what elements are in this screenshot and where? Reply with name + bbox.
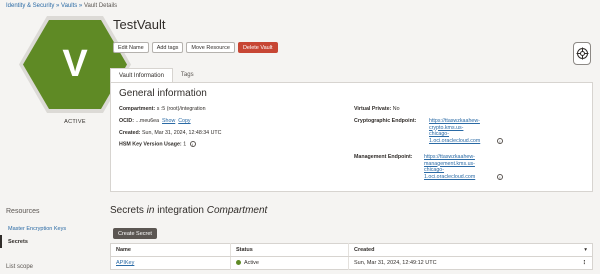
status-dot-icon [236,260,241,266]
ocid-label: OCID: [119,118,135,124]
created-label: Created: [119,130,141,136]
sidebar-item-master-encryption-keys[interactable]: Master Encryption Keys [0,222,100,235]
table-row[interactable]: APIKey Active Sun, Mar 31, 2024, 12:49:1… [111,256,593,270]
breadcrumb-separator: » [77,3,84,9]
management-endpoint-link[interactable]: https://ttaswzkaahew- management.kms.us-… [424,154,475,180]
compartment-label: Compartment: [119,106,156,112]
column-header-status[interactable]: Status [230,243,349,257]
cryptographic-endpoint-label: Cryptographic Endpoint: [354,118,417,124]
copy-endpoint-icon[interactable]: i [497,138,503,144]
list-scope-heading: List scope [6,264,34,270]
virtual-private-label: Virtual Private: [354,106,392,112]
page-title: TestVault [113,17,166,32]
sort-arrow-icon[interactable]: ▾ [584,247,587,253]
breadcrumb-identity-security[interactable]: Identity & Security [6,3,54,9]
hsm-label: HSM Key Version Usage: [119,141,182,148]
sidebar-item-secrets[interactable]: Secrets [0,235,100,248]
management-endpoint-label: Management Endpoint: [354,154,413,160]
general-information-heading: General information [119,88,207,99]
ocid-field: OCID: ...meu6ea Show Copy [119,118,191,124]
table-header-row: Name Status Created ▾ [110,243,593,257]
cryptographic-endpoint-link[interactable]: https://ttaswzkaahew- crypto.kms.us- chi… [429,118,480,144]
tab-tags[interactable]: Tags [173,68,202,82]
secret-created: Sun, Mar 31, 2024, 12:49:12 UTC ⋮ [348,256,593,270]
vault-icon-letter: V [62,43,88,85]
secret-status: Active [230,256,349,270]
info-icon[interactable]: i [189,141,196,147]
help-navigator-button[interactable] [573,42,591,65]
resources-nav: Master Encryption Keys Secrets [0,222,100,248]
secrets-table: Name Status Created ▾ APIKey Active Sun, … [110,243,593,270]
breadcrumb-vaults[interactable]: Vaults [61,3,77,9]
detail-tabs: Vault Information Tags [110,68,202,82]
virtual-private-value: No [392,106,400,112]
column-header-created[interactable]: Created ▾ [348,243,593,257]
secrets-title: Secrets in integration Compartment [110,205,268,216]
add-tags-button[interactable]: Add tags [151,42,184,53]
virtual-private-field: Virtual Private: No [354,106,400,112]
created-value: Sun, Mar 31, 2024, 12:48:34 UTC [141,130,222,136]
copy-endpoint-icon[interactable]: i [497,174,503,180]
create-secret-button[interactable]: Create Secret [113,228,157,239]
secret-name-link[interactable]: APIKey [111,257,231,270]
tab-vault-information[interactable]: Vault Information [110,68,173,82]
compartment-value: s :5 (root)/integration [156,106,206,112]
ocid-show-link[interactable]: Show [162,118,175,124]
hsm-key-version-usage-field: HSM Key Version Usage: 1 i [119,141,196,147]
vault-information-panel: General information Compartment: s :5 (r… [110,82,593,192]
resources-heading: Resources [6,208,40,215]
created-field: Created: Sun, Mar 31, 2024, 12:48:34 UTC [119,130,221,136]
ocid-copy-link[interactable]: Copy [178,118,190,124]
breadcrumb-current: Vault Details [83,3,118,9]
action-bar: Edit Name Add tags Move Resource Delete … [113,42,278,53]
move-resource-button[interactable]: Move Resource [186,42,235,53]
lifebuoy-icon [576,47,588,60]
row-actions-menu-icon[interactable]: ⋮ [582,260,588,266]
breadcrumb: Identity & Security » Vaults » Vault Det… [6,3,117,9]
column-header-name[interactable]: Name [110,243,231,257]
ocid-value: ...meu6ea [135,118,160,124]
edit-name-button[interactable]: Edit Name [113,42,149,53]
hsm-value: 1 [183,141,187,148]
compartment-field: Compartment: s :5 (root)/integration [119,106,206,112]
delete-vault-button[interactable]: Delete Vault [237,42,278,53]
